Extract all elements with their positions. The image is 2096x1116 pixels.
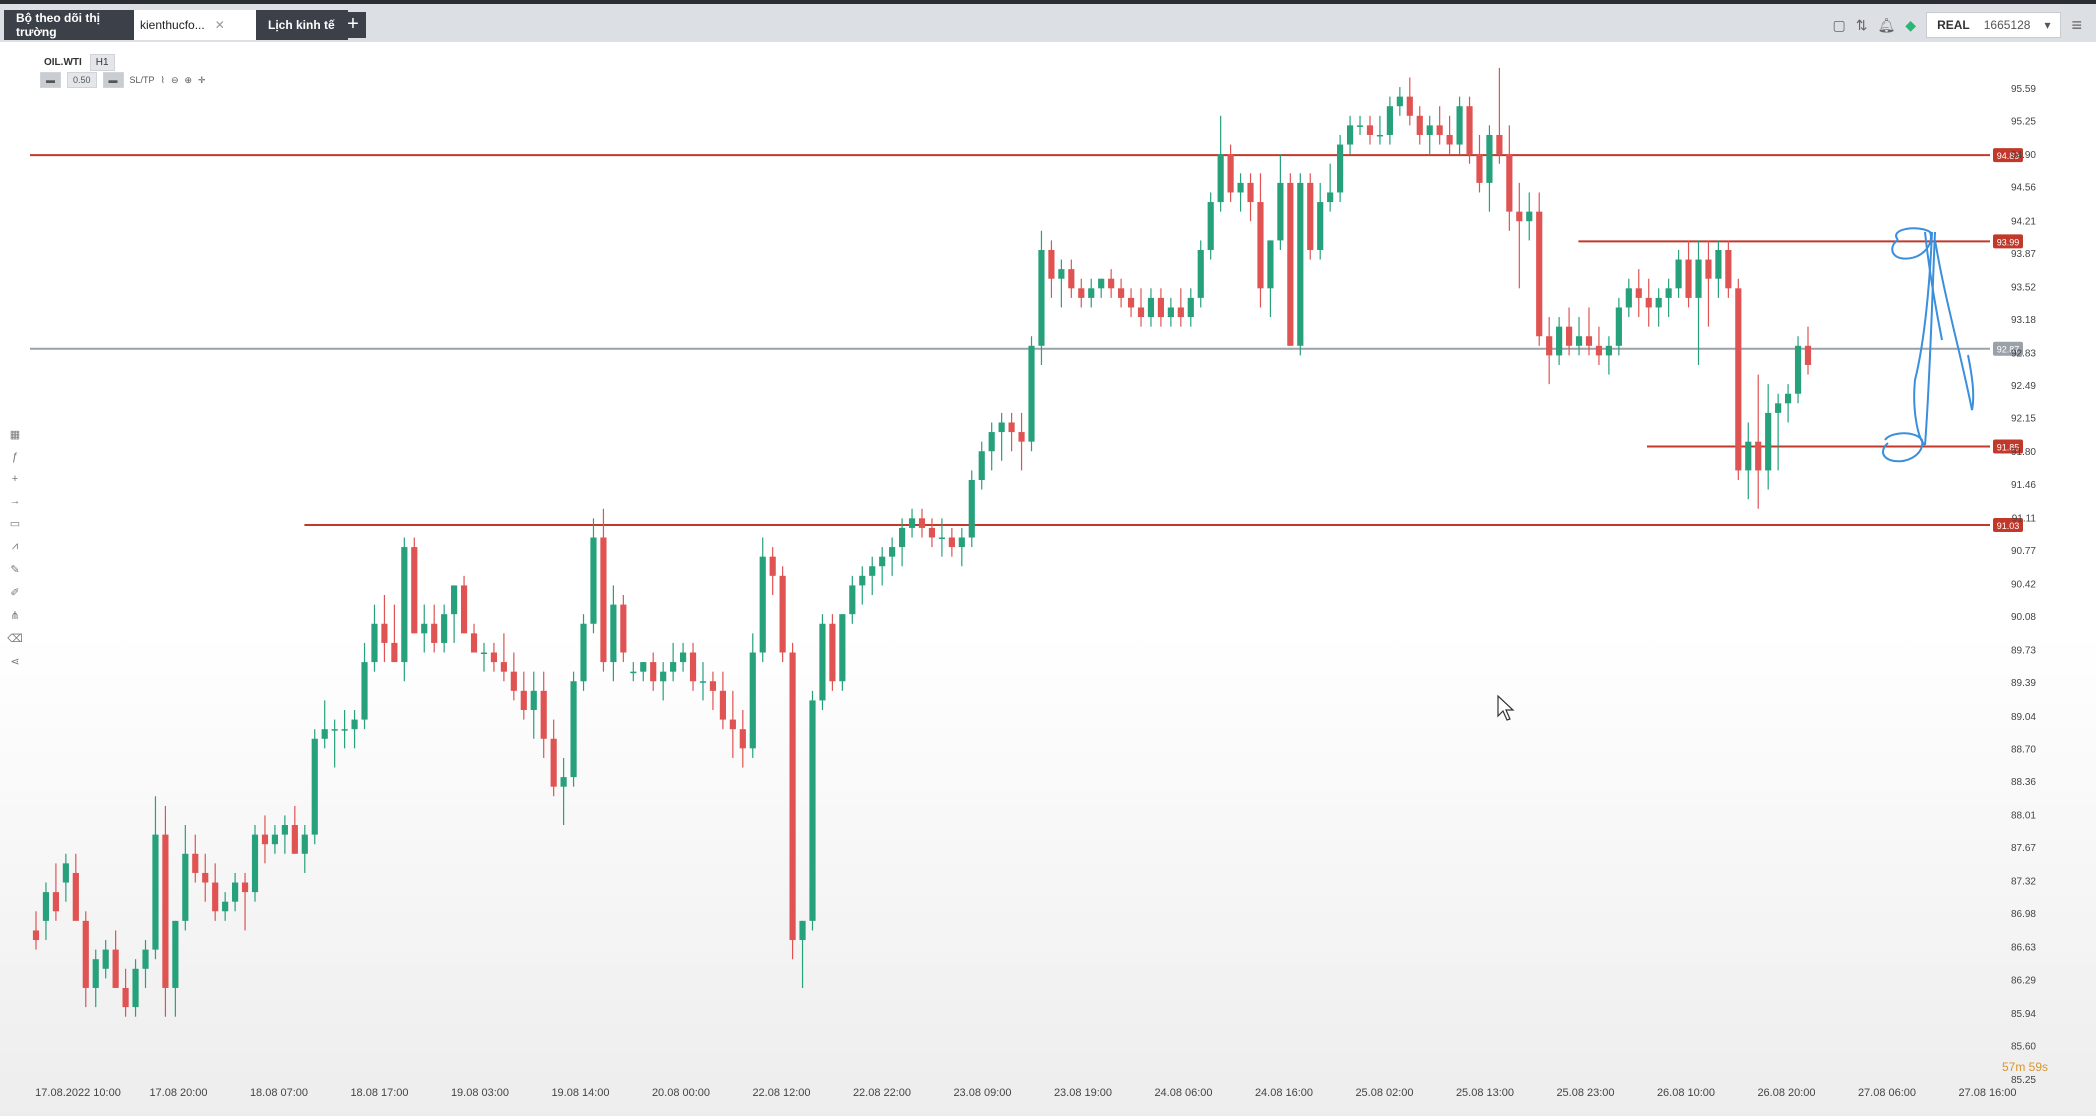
- symbol-name: OIL.WTI: [44, 57, 82, 68]
- drawing-toolbar: ▦ ƒ + → ▭ ⩘ ✎ ✐ ⋔ ⌫ ⋖: [4, 428, 26, 668]
- layout-icon[interactable]: ▢: [1833, 17, 1846, 34]
- window-edge: [0, 0, 2096, 4]
- line-tool-icon[interactable]: →: [10, 495, 21, 507]
- top-toolbar: Bộ theo dõi thị trường kienthucfo... ✕ Lị…: [0, 0, 2096, 42]
- account-number: 1665128: [1983, 18, 2031, 32]
- tab-economic-calendar-label: Lịch kinh tế: [268, 18, 335, 32]
- plus-icon: +: [347, 13, 359, 35]
- sell-button[interactable]: ▬: [40, 72, 61, 88]
- timeframe-selector[interactable]: H1: [89, 54, 115, 71]
- order-toolbar: ▬ 0.50 ▬ SL/TP ⌇ ⊖ ⊕ ✛: [40, 72, 206, 88]
- candle-countdown: 57m 59s: [2001, 1060, 2048, 1074]
- magnet-icon[interactable]: ⋔: [10, 609, 19, 622]
- function-icon[interactable]: ƒ: [12, 451, 18, 463]
- trash-icon[interactable]: ⌫: [7, 632, 23, 645]
- chart-type-icon[interactable]: ⌇: [161, 75, 165, 86]
- menu-icon[interactable]: ≡: [2071, 15, 2082, 36]
- wifi-icon: ◆: [1905, 16, 1917, 33]
- tab-chart-label: kienthucfo...: [140, 18, 205, 32]
- share-icon[interactable]: ⋖: [10, 655, 19, 668]
- tab-economic-calendar[interactable]: Lịch kinh tế: [256, 10, 348, 40]
- indicators-icon[interactable]: ▦: [10, 428, 20, 441]
- volume-input[interactable]: 0.50: [67, 72, 97, 88]
- pen-tool-icon[interactable]: ✎: [10, 563, 19, 576]
- account-selector[interactable]: REAL 1665128 ▾: [1926, 12, 2062, 38]
- symbol-header: OIL.WTI H1: [44, 54, 115, 71]
- tab-chart[interactable]: kienthucfo... ✕: [134, 10, 256, 40]
- sliders-icon[interactable]: ⇅: [1856, 17, 1868, 34]
- tab-market-watch[interactable]: Bộ theo dõi thị trường: [4, 10, 142, 40]
- top-right-controls: ▢ ⇅ 🔔︎ ◆ REAL 1665128 ▾ ≡: [1833, 10, 2096, 40]
- crosshair-icon[interactable]: ✛: [198, 75, 206, 86]
- close-icon[interactable]: ✕: [215, 18, 225, 32]
- bell-icon[interactable]: 🔔︎: [1878, 17, 1896, 34]
- tab-market-watch-label: Bộ theo dõi thị trường: [16, 11, 100, 39]
- brush-tool-icon[interactable]: ✐: [10, 586, 19, 599]
- chevron-down-icon: ▾: [2044, 18, 2051, 32]
- account-mode: REAL: [1937, 18, 1970, 32]
- crosshair-tool-icon[interactable]: +: [12, 473, 18, 485]
- zoom-in-icon[interactable]: ⊕: [185, 75, 193, 86]
- zoom-out-icon[interactable]: ⊖: [171, 75, 179, 86]
- rectangle-tool-icon[interactable]: ▭: [10, 517, 20, 530]
- add-tab-button[interactable]: +: [340, 12, 366, 38]
- buy-button[interactable]: ▬: [102, 72, 124, 88]
- sltp-button[interactable]: SL/TP: [130, 75, 155, 85]
- fib-tool-icon[interactable]: ⩘: [12, 540, 18, 553]
- price-chart-area[interactable]: [0, 42, 2096, 1116]
